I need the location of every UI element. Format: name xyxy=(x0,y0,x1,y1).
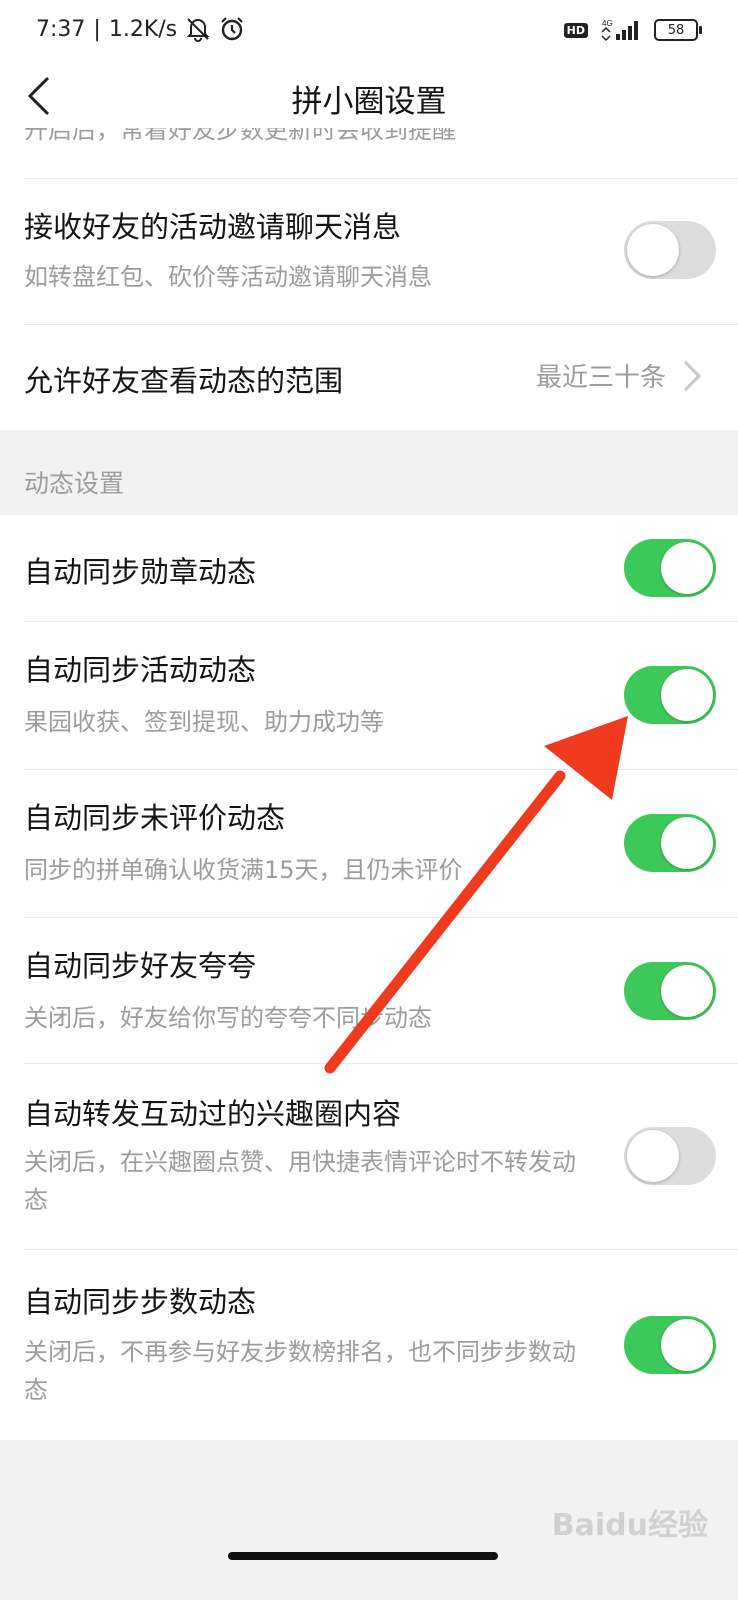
battery-icon: 58 xyxy=(654,19,702,41)
mute-bell-icon xyxy=(186,18,210,42)
toggle-praise-sync[interactable] xyxy=(624,962,716,1020)
setting-title: 自动同步未评价动态 xyxy=(24,801,286,835)
view-range-value[interactable]: 最近三十条 xyxy=(536,357,666,394)
network-type: 4G xyxy=(602,19,613,28)
status-right: HD 4G 58 xyxy=(563,18,702,42)
toggle-interest-forward[interactable] xyxy=(624,1127,716,1185)
setting-desc: 关闭后，在兴趣圈点赞、用快捷表情评论时不转发动态 xyxy=(24,1148,576,1214)
setting-row-interest-forward: 自动转发互动过的兴趣圈内容 关闭后，在兴趣圈点赞、用快捷表情评论时不转发动态 xyxy=(0,1063,738,1249)
setting-row-steps-sync: 自动同步步数动态 关闭后，不再参与好友步数榜排名，也不同步步数动态 xyxy=(0,1249,738,1440)
settings-group-dynamic: 自动同步勋章动态 自动同步活动动态 果园收获、签到提现、助力成功等 自动同步未评… xyxy=(0,515,738,1440)
home-indicator[interactable] xyxy=(228,1552,498,1560)
status-separator: | xyxy=(93,16,101,42)
partial-row-text: 开启后，常着好友步数更新时会收到提醒 xyxy=(24,128,456,144)
status-bar: 7:37 | 1.2K/s HD 4G 58 xyxy=(0,0,738,64)
status-time: 7:37 xyxy=(36,16,86,42)
setting-desc: 关闭后，不再参与好友步数榜排名，也不同步步数动态 xyxy=(24,1338,576,1404)
setting-row-unreviewed-sync: 自动同步未评价动态 同步的拼单确认收货满15天，且仍未评价 xyxy=(0,769,738,917)
watermark-logo: Baidu经验 xyxy=(551,1508,708,1543)
toggle-knob xyxy=(661,1319,713,1371)
setting-title: 自动同步好友夸夸 xyxy=(24,949,257,983)
battery-level: 58 xyxy=(667,22,685,38)
nav-bar: 拼小圈设置 xyxy=(0,64,738,128)
chevron-right-icon[interactable] xyxy=(680,358,704,394)
setting-row-praise-sync: 自动同步好友夸夸 关闭后，好友给你写的夸夸不同步动态 xyxy=(0,917,738,1063)
page-title: 拼小圈设置 xyxy=(291,84,447,120)
setting-title: 自动同步步数动态 xyxy=(24,1285,257,1319)
setting-row-activity-sync: 自动同步活动动态 果园收获、签到提现、助力成功等 xyxy=(0,621,738,769)
toggle-knob xyxy=(627,1130,679,1182)
status-speed: 1.2K/s xyxy=(108,16,178,42)
toggle-activity-sync[interactable] xyxy=(624,666,716,724)
setting-desc: 同步的拼单确认收货满15天，且仍未评价 xyxy=(24,856,463,884)
toggle-unreviewed-sync[interactable] xyxy=(624,814,716,872)
setting-title: 自动同步勋章动态 xyxy=(24,555,257,589)
toggle-knob xyxy=(661,965,713,1017)
partial-row: 开启后，常着好友步数更新时会收到提醒 xyxy=(0,128,738,180)
toggle-steps-sync[interactable] xyxy=(624,1316,716,1374)
setting-desc: 关闭后，好友给你写的夸夸不同步动态 xyxy=(24,1004,432,1032)
setting-desc: 果园收获、签到提现、助力成功等 xyxy=(24,708,384,736)
setting-title: 自动转发互动过的兴趣圈内容 xyxy=(24,1097,402,1131)
setting-title: 接收好友的活动邀请聊天消息 xyxy=(24,210,402,244)
setting-desc: 如转盘红包、砍价等活动邀请聊天消息 xyxy=(24,263,432,291)
alarm-icon xyxy=(221,17,243,41)
setting-row-invite-messages: 接收好友的活动邀请聊天消息 如转盘红包、砍价等活动邀请聊天消息 xyxy=(0,178,738,324)
toggle-knob xyxy=(661,542,713,594)
status-left: 7:37 | 1.2K/s xyxy=(36,16,245,42)
setting-row-badge-sync: 自动同步勋章动态 xyxy=(0,515,738,621)
section-header: 动态设置 xyxy=(24,469,125,498)
setting-title: 自动同步活动动态 xyxy=(24,653,257,687)
toggle-knob xyxy=(661,669,713,721)
toggle-knob xyxy=(627,224,679,276)
toggle-invite-messages[interactable] xyxy=(624,221,716,279)
toggle-badge-sync[interactable] xyxy=(624,539,716,597)
hd-icon: HD xyxy=(563,22,588,38)
toggle-knob xyxy=(661,817,713,869)
setting-title: 允许好友查看动态的范围 xyxy=(24,364,344,398)
signal-icon: 4G xyxy=(601,19,638,42)
